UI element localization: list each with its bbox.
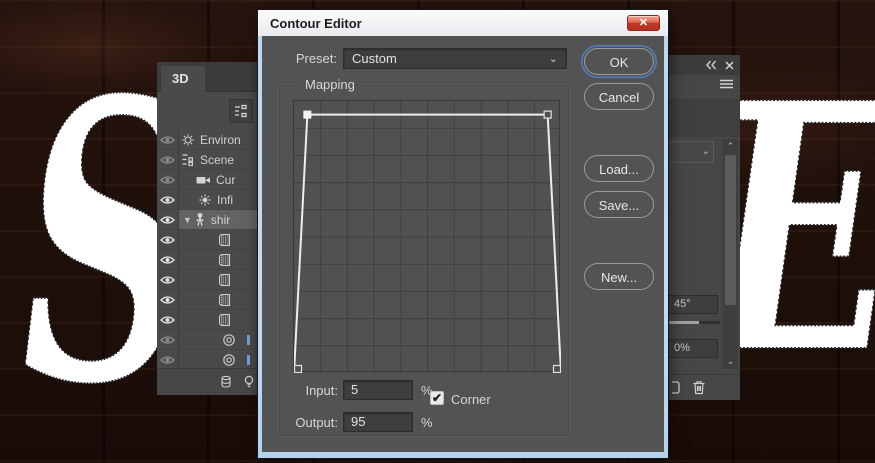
dialog-body: Preset: Custom ⌄ OK Cancel Load... Save.… <box>262 36 664 452</box>
output-field[interactable]: 95 <box>343 412 413 432</box>
scene-item-texture-5[interactable] <box>157 230 261 250</box>
texture-icon <box>218 273 231 287</box>
scene-item-Cur[interactable]: Cur <box>157 170 261 190</box>
corner-label: Corner <box>451 392 491 407</box>
load-button[interactable]: Load... <box>584 155 654 182</box>
curve-point-1[interactable] <box>303 110 312 119</box>
new-button[interactable]: New... <box>584 263 654 290</box>
light-icon <box>198 193 212 207</box>
close-panel-icon[interactable] <box>725 60 734 70</box>
dialog-titlebar[interactable]: Contour Editor <box>258 10 668 36</box>
scene-item-Scene[interactable]: Scene <box>157 150 261 170</box>
filter-by-scene-icon[interactable] <box>229 99 253 123</box>
properties-menu-row <box>668 75 740 93</box>
3d-panel-toolbar <box>157 92 261 130</box>
scroll-down-icon[interactable]: ⌄ <box>723 356 738 367</box>
text-fragment <box>247 334 250 345</box>
visibility-eye-icon[interactable] <box>157 210 179 230</box>
photoshop-workspace: S E 3D EnvironSceneCurInfi▼shir <box>0 0 875 463</box>
scene-item-texture-8[interactable] <box>157 290 261 310</box>
curve-point-3[interactable] <box>552 364 561 373</box>
dialog-title: Contour Editor <box>270 15 362 31</box>
camera-icon <box>196 175 211 185</box>
close-button[interactable]: ✕ <box>627 15 660 31</box>
tab-3d[interactable]: 3D <box>161 66 205 92</box>
properties-panel: ⌄ ⌃ ⌄ 45° 0% <box>668 55 740 400</box>
panel-menu-icon[interactable] <box>719 79 734 89</box>
texture-icon <box>218 313 231 327</box>
3d-panel-tabbar: 3D <box>157 62 261 92</box>
output-unit: % <box>421 415 433 430</box>
sphere-icon <box>222 353 236 367</box>
input-label: Input: <box>305 383 338 398</box>
save-button[interactable]: Save... <box>584 191 654 218</box>
visibility-eye-icon[interactable] <box>157 190 179 210</box>
ok-button[interactable]: OK <box>584 48 654 75</box>
contour-curve <box>294 101 561 373</box>
scene-item-Infi[interactable]: Infi <box>157 190 261 210</box>
bevel-slider[interactable] <box>668 321 720 324</box>
partial-button-icon[interactable] <box>672 381 680 394</box>
3d-panel: 3D Environ Scene Cur Infi ▼ shir <box>157 62 261 395</box>
properties-footer <box>668 374 740 400</box>
texture-icon <box>218 233 231 247</box>
visibility-eye-icon[interactable] <box>157 290 179 310</box>
sphere-icon <box>222 333 236 347</box>
scene-item-shir[interactable]: ▼ shir <box>157 210 261 230</box>
visibility-eye-icon[interactable] <box>157 230 179 250</box>
cancel-button[interactable]: Cancel <box>584 83 654 110</box>
3d-panel-footer <box>157 368 261 395</box>
trash-icon[interactable] <box>692 380 706 395</box>
strength-field[interactable]: 0% <box>668 339 718 358</box>
visibility-eye-icon[interactable] <box>157 170 179 190</box>
visibility-eye-icon[interactable] <box>157 250 179 270</box>
environment-icon <box>181 133 195 147</box>
preset-value: Custom <box>352 51 397 66</box>
mesh-icon <box>194 212 206 227</box>
visibility-eye-icon[interactable] <box>157 330 179 350</box>
texture-icon <box>218 253 231 267</box>
curve-point-2[interactable] <box>543 110 552 119</box>
collapse-panel-icon[interactable] <box>705 60 717 70</box>
visibility-eye-icon[interactable] <box>157 350 179 370</box>
properties-scrollbar[interactable]: ⌃ ⌄ <box>723 139 738 369</box>
output-label: Output: <box>295 415 338 430</box>
preset-dropdown[interactable]: Custom ⌄ <box>343 48 567 69</box>
bevel-angle-field[interactable]: 45° <box>668 295 718 314</box>
properties-dropdown[interactable]: ⌄ <box>668 141 714 163</box>
slider-fill <box>668 321 700 324</box>
properties-section <box>668 99 740 137</box>
scene-item-texture-6[interactable] <box>157 250 261 270</box>
mapping-label: Mapping <box>299 77 361 92</box>
filter-materials-icon[interactable] <box>219 375 233 389</box>
properties-panel-header <box>668 55 740 75</box>
contour-editor-dialog: Contour Editor ✕ Preset: Custom ⌄ OK Can… <box>258 10 668 458</box>
scene-item-sphere-11[interactable] <box>157 350 261 370</box>
scrollbar-thumb[interactable] <box>725 155 736 305</box>
scroll-up-icon[interactable]: ⌃ <box>723 141 738 152</box>
chevron-down-icon[interactable]: ▼ <box>183 215 192 225</box>
chevron-down-icon: ⌄ <box>701 146 710 157</box>
visibility-eye-icon[interactable] <box>157 270 179 290</box>
input-field[interactable]: 5 <box>343 380 413 400</box>
3d-scene-list: Environ Scene Cur Infi ▼ shir <box>157 130 261 370</box>
scene-item-texture-7[interactable] <box>157 270 261 290</box>
visibility-eye-icon[interactable] <box>157 150 179 170</box>
preset-label: Preset: <box>295 51 337 66</box>
contour-mapping-grid[interactable] <box>293 100 561 373</box>
visibility-eye-icon[interactable] <box>157 130 179 150</box>
corner-checkbox[interactable]: ✔ <box>430 391 444 405</box>
scene-icon <box>181 153 195 166</box>
visibility-eye-icon[interactable] <box>157 310 179 330</box>
chevron-down-icon: ⌄ <box>548 53 558 65</box>
text-fragment <box>247 354 250 365</box>
scene-item-texture-9[interactable] <box>157 310 261 330</box>
scene-item-sphere-10[interactable] <box>157 330 261 350</box>
curve-point-0[interactable] <box>294 364 303 373</box>
light-bulb-icon[interactable] <box>243 375 255 389</box>
texture-icon <box>218 293 231 307</box>
scene-item-Environ[interactable]: Environ <box>157 130 261 150</box>
